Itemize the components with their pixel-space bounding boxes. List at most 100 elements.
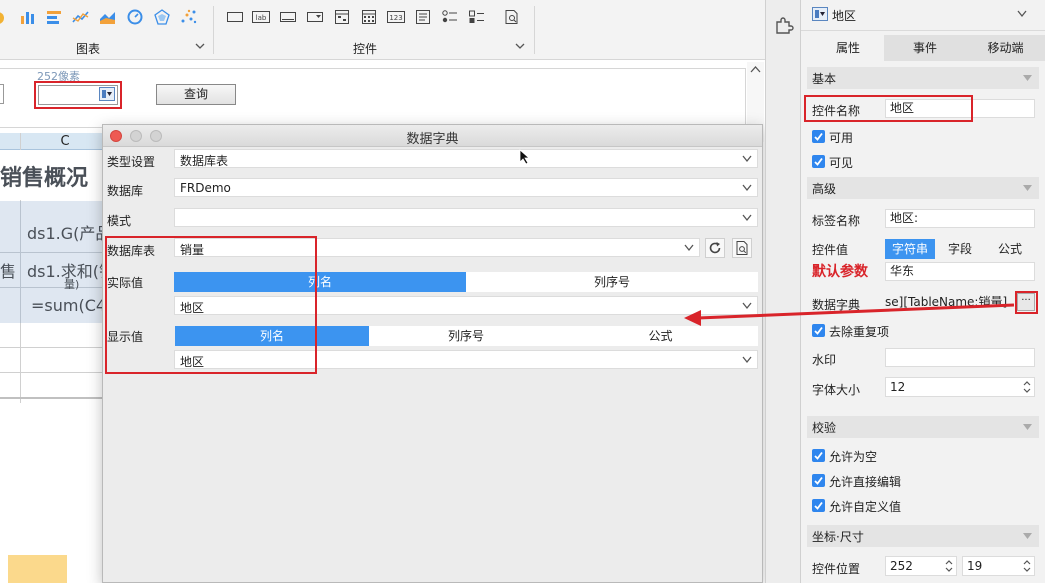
tag-name-input[interactable]: 地区: bbox=[885, 209, 1035, 228]
area-chart-icon[interactable] bbox=[99, 9, 117, 25]
tab-mobile[interactable]: 移动端 bbox=[966, 35, 1045, 61]
svg-text:123: 123 bbox=[389, 14, 402, 22]
tab-events[interactable]: 事件 bbox=[884, 35, 966, 61]
data-dictionary-value: se][TableName:销量] bbox=[885, 295, 1008, 309]
toolbar: 图表 lab 123 控件 bbox=[0, 0, 765, 60]
spinner-arrows-icon[interactable] bbox=[1022, 379, 1032, 395]
highlight-box bbox=[1015, 291, 1038, 314]
database-select[interactable]: FRDemo bbox=[174, 178, 758, 197]
cell-product[interactable]: ds1.G(产品 bbox=[27, 220, 111, 244]
lab-widget-icon[interactable]: lab bbox=[252, 9, 270, 25]
horizontal-bar-icon[interactable] bbox=[46, 9, 64, 25]
allow-custom-label: 允许自定义值 bbox=[829, 500, 902, 514]
allow-empty-label: 允许为空 bbox=[829, 450, 878, 464]
date-widget-icon[interactable] bbox=[333, 9, 351, 25]
control-group-label: 控件 bbox=[353, 42, 378, 56]
tab-actual-column-index[interactable]: 列序号 bbox=[466, 272, 758, 292]
list-widget-icon[interactable] bbox=[414, 9, 432, 25]
tree-widget-icon[interactable] bbox=[503, 9, 521, 25]
chevron-down-icon bbox=[742, 184, 752, 192]
tag-name-label: 标签名称 bbox=[812, 214, 861, 228]
dropdown-widget-icon[interactable] bbox=[306, 9, 324, 25]
section-basic[interactable]: 基本 bbox=[807, 67, 1039, 89]
visible-checkbox[interactable] bbox=[812, 155, 825, 168]
position-x-spinner[interactable]: 252 bbox=[885, 556, 957, 576]
preview-doc-icon bbox=[736, 241, 748, 255]
calendar-widget-icon[interactable] bbox=[360, 9, 378, 25]
tab-display-formula[interactable]: 公式 bbox=[563, 326, 758, 346]
tab-value-string[interactable]: 字符串 bbox=[885, 239, 935, 259]
sticky-note bbox=[8, 555, 67, 583]
partial-input[interactable] bbox=[0, 84, 4, 104]
watermark-input[interactable] bbox=[885, 348, 1035, 367]
tab-value-field[interactable]: 字段 bbox=[935, 239, 985, 259]
pie-chart-icon[interactable] bbox=[0, 9, 12, 25]
widget-type-header[interactable]: 地区 bbox=[801, 0, 1045, 30]
checkbox-group-icon[interactable] bbox=[468, 9, 486, 25]
gauge-icon[interactable] bbox=[126, 9, 144, 25]
section-advanced-label: 高级 bbox=[812, 182, 837, 196]
data-dictionary-label: 数据字典 bbox=[812, 298, 861, 312]
font-size-value: 12 bbox=[890, 380, 906, 394]
tab-value-formula[interactable]: 公式 bbox=[985, 239, 1035, 259]
schema-label: 模式 bbox=[107, 214, 132, 228]
allow-empty-checkbox[interactable] bbox=[812, 449, 825, 462]
spinner-arrows-icon[interactable] bbox=[1022, 558, 1032, 574]
refresh-button[interactable] bbox=[705, 238, 725, 258]
font-size-label: 字体大小 bbox=[812, 383, 861, 397]
chevron-down-icon[interactable] bbox=[515, 41, 525, 51]
puzzle-icon[interactable] bbox=[774, 15, 794, 35]
allow-custom-checkbox[interactable] bbox=[812, 499, 825, 512]
number-widget-icon[interactable]: 123 bbox=[387, 9, 405, 25]
chevron-down-icon[interactable] bbox=[195, 41, 205, 51]
grid-line bbox=[0, 347, 110, 348]
enabled-checkbox[interactable] bbox=[812, 130, 825, 143]
position-x-value: 252 bbox=[890, 559, 913, 573]
side-strip bbox=[765, 0, 801, 583]
checkmark-icon bbox=[814, 476, 823, 485]
allow-edit-checkbox[interactable] bbox=[812, 474, 825, 487]
label-widget-icon[interactable] bbox=[226, 9, 244, 25]
dialog-titlebar[interactable]: 数据字典 bbox=[103, 125, 762, 147]
grid-line bbox=[0, 252, 110, 253]
highlight-box bbox=[105, 236, 317, 374]
radio-group-icon[interactable] bbox=[441, 9, 459, 25]
chevron-down-icon bbox=[1023, 75, 1032, 81]
section-position[interactable]: 坐标·尺寸 bbox=[807, 525, 1039, 547]
title-cell[interactable]: 销售概况 bbox=[0, 160, 88, 192]
scatter-icon[interactable] bbox=[180, 9, 198, 25]
position-label: 控件位置 bbox=[812, 562, 861, 576]
type-select[interactable]: 数据库表 bbox=[174, 149, 758, 168]
divider bbox=[801, 30, 1045, 31]
enabled-label: 可用 bbox=[829, 131, 854, 145]
checkmark-icon bbox=[814, 326, 823, 335]
type-select-value: 数据库表 bbox=[180, 154, 229, 168]
remove-duplicates-checkbox[interactable] bbox=[812, 324, 825, 337]
radar-icon[interactable] bbox=[153, 9, 171, 25]
default-value-input[interactable]: 华东 bbox=[885, 262, 1035, 281]
section-advanced[interactable]: 高级 bbox=[807, 177, 1039, 199]
highlight-box bbox=[34, 81, 122, 109]
type-setting-label: 类型设置 bbox=[107, 155, 156, 169]
line-chart-icon[interactable] bbox=[72, 9, 90, 25]
query-button[interactable]: 查询 bbox=[156, 84, 236, 105]
font-size-spinner[interactable]: 12 bbox=[885, 377, 1035, 397]
highlight-box bbox=[804, 95, 973, 122]
grid-line bbox=[0, 397, 110, 399]
chart-group-label: 图表 bbox=[76, 42, 101, 56]
cell-formula[interactable]: =sum(C4 bbox=[31, 296, 106, 315]
section-validation[interactable]: 校验 bbox=[807, 416, 1039, 438]
position-y-spinner[interactable]: 19 bbox=[962, 556, 1035, 576]
column-header-c[interactable]: C bbox=[20, 133, 110, 150]
tab-display-column-index[interactable]: 列序号 bbox=[369, 326, 563, 346]
spinner-arrows-icon[interactable] bbox=[944, 558, 954, 574]
property-tabs: 属性 事件 移动端 bbox=[801, 35, 1045, 61]
schema-select[interactable] bbox=[174, 208, 758, 227]
chevron-down-icon bbox=[742, 214, 752, 222]
cell-left-fragment[interactable]: 售 bbox=[0, 258, 16, 282]
button-widget-icon[interactable] bbox=[279, 9, 297, 25]
bar-chart-icon[interactable] bbox=[20, 9, 38, 25]
tab-properties[interactable]: 属性 bbox=[807, 35, 889, 61]
allow-edit-label: 允许直接编辑 bbox=[829, 475, 902, 489]
preview-button[interactable] bbox=[732, 238, 752, 258]
